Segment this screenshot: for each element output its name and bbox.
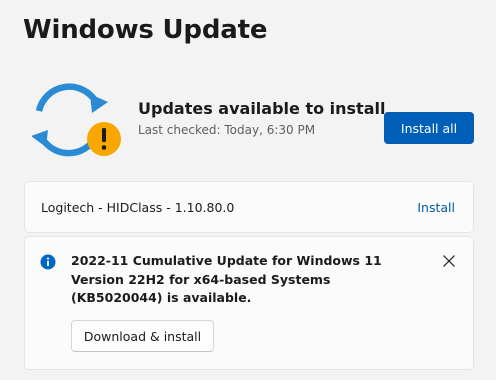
update-item-logitech: Logitech - HIDClass - 1.10.80.0 Install (24, 181, 474, 233)
close-icon[interactable] (441, 253, 457, 269)
update-name: Logitech - HIDClass - 1.10.80.0 (41, 200, 235, 215)
update-description: 2022-11 Cumulative Update for Windows 11… (71, 253, 382, 305)
download-install-button[interactable]: Download & install (71, 320, 214, 352)
page-title: Windows Update (23, 15, 268, 45)
info-icon (40, 254, 56, 270)
last-checked-text: Last checked: Today, 6:30 PM (138, 123, 316, 137)
update-status-section: Updates available to install Last checke… (0, 80, 496, 160)
install-link[interactable]: Install (417, 200, 455, 215)
status-title: Updates available to install (138, 99, 386, 118)
sync-warning-icon (31, 82, 124, 158)
install-all-button[interactable]: Install all (384, 112, 474, 144)
update-item-cumulative: 2022-11 Cumulative Update for Windows 11… (24, 236, 474, 370)
